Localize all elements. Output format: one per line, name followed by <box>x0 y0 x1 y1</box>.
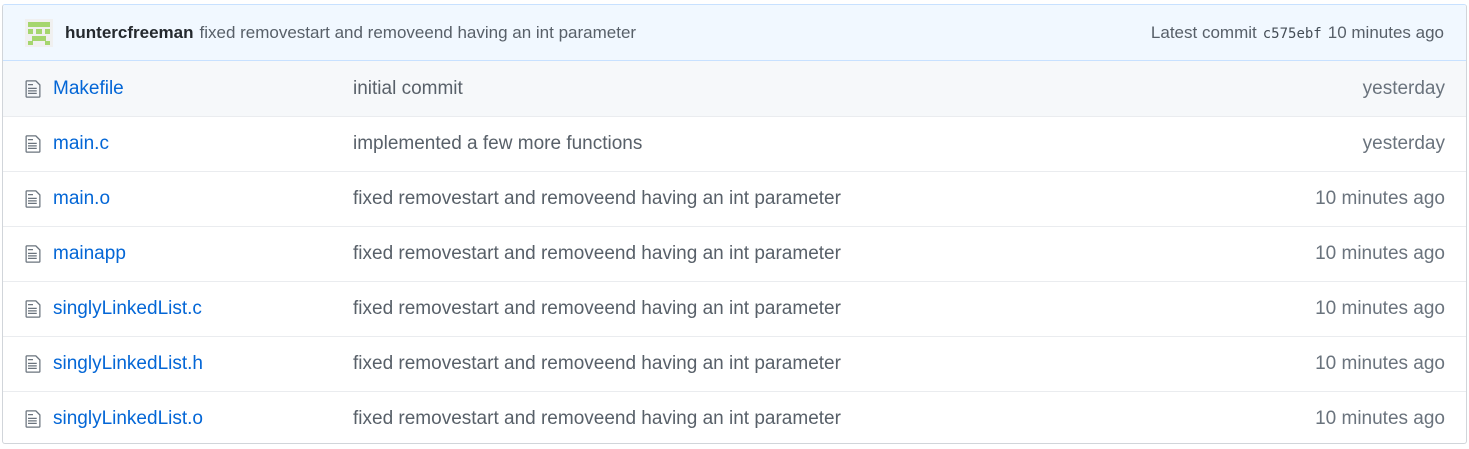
file-commit-message-link[interactable]: fixed removestart and removeend having a… <box>353 298 1315 320</box>
file-table: huntercfreeman fixed removestart and rem… <box>2 4 1467 444</box>
commit-author-link[interactable]: huntercfreeman <box>65 23 193 43</box>
file-name-link[interactable]: singlyLinkedList.o <box>53 408 353 430</box>
avatar[interactable] <box>25 18 53 47</box>
file-icon <box>25 79 41 98</box>
file-icon <box>25 355 41 373</box>
commit-time: 10 minutes ago <box>1327 22 1444 42</box>
file-icon <box>25 300 41 318</box>
file-commit-message-link[interactable]: implemented a few more functions <box>353 133 1363 155</box>
latest-commit-bar: huntercfreeman fixed removestart and rem… <box>3 5 1466 61</box>
file-row: mainapp fixed removestart and removeend … <box>3 226 1466 281</box>
file-row: main.o fixed removestart and removeend h… <box>3 171 1466 226</box>
file-commit-message-link[interactable]: initial commit <box>353 78 1363 100</box>
file-icon <box>25 245 41 263</box>
file-commit-age: yesterday <box>1362 133 1445 154</box>
file-commit-age: yesterday <box>1362 77 1445 99</box>
file-icon <box>25 190 41 208</box>
file-name-link[interactable]: singlyLinkedList.h <box>53 353 353 375</box>
file-row: singlyLinkedList.h fixed removestart and… <box>3 336 1466 391</box>
file-name-link[interactable]: main.c <box>53 133 353 155</box>
file-name-link[interactable]: mainapp <box>53 243 353 265</box>
file-row: singlyLinkedList.c fixed removestart and… <box>3 281 1466 336</box>
file-commit-age: 10 minutes ago <box>1315 298 1445 319</box>
file-commit-age: 10 minutes ago <box>1315 243 1445 264</box>
file-commit-message-link[interactable]: fixed removestart and removeend having a… <box>353 188 1315 210</box>
file-list: Makefile initial commit yesterday main.c… <box>3 61 1466 443</box>
file-commit-age: 10 minutes ago <box>1315 408 1445 429</box>
file-icon <box>25 410 41 428</box>
file-name-link[interactable]: singlyLinkedList.c <box>53 298 353 320</box>
latest-commit-label: Latest commit <box>1150 22 1257 42</box>
file-icon <box>25 135 41 153</box>
file-commit-message-link[interactable]: fixed removestart and removeend having a… <box>353 408 1315 430</box>
file-name-link[interactable]: main.o <box>53 188 353 210</box>
file-row: main.c implemented a few more functions … <box>3 116 1466 171</box>
commit-message-link[interactable]: fixed removestart and removeend having a… <box>199 23 636 43</box>
file-commit-message-link[interactable]: fixed removestart and removeend having a… <box>353 243 1315 265</box>
file-commit-message-link[interactable]: fixed removestart and removeend having a… <box>353 353 1315 375</box>
file-commit-age: 10 minutes ago <box>1315 188 1445 209</box>
file-name-link[interactable]: Makefile <box>53 78 353 100</box>
file-commit-age: 10 minutes ago <box>1315 353 1445 374</box>
file-row: Makefile initial commit yesterday <box>3 61 1466 116</box>
commit-sha-link[interactable]: c575ebf <box>1263 26 1322 42</box>
file-row: singlyLinkedList.o fixed removestart and… <box>3 391 1466 443</box>
commit-meta: Latest commit c575ebf 10 minutes ago <box>1151 23 1444 43</box>
